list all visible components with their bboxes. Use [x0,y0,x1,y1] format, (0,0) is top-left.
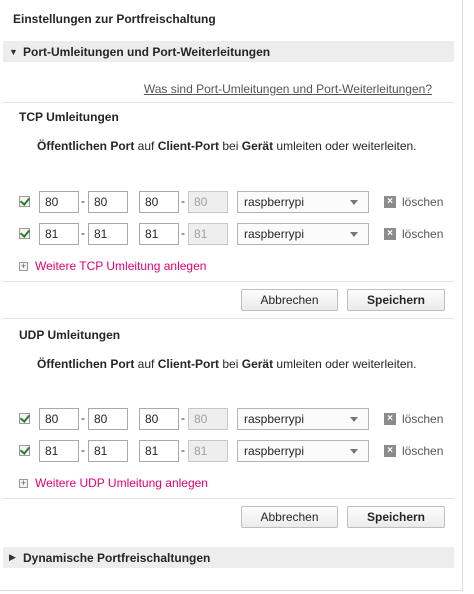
close-icon: × [384,196,396,208]
range-dash: - [181,411,185,425]
enable-checkbox[interactable] [19,413,30,424]
close-icon: × [384,228,396,240]
plus-icon: + [19,477,28,488]
client-port-from-input[interactable]: 80 [139,408,179,430]
dropdown-arrow-icon [350,417,358,422]
client-port-from-input[interactable]: 81 [139,223,179,245]
add-tcp-forwarding-link[interactable]: + Weitere TCP Umleitung anlegen [19,259,206,273]
public-port-to-input[interactable]: 81 [88,223,128,245]
desc-bold: Öffentlichen Port [37,139,135,153]
device-select[interactable]: raspberrypi [237,191,369,213]
tcp-row: 80 - 80 80 - 80 raspberrypi × löschen [0,191,460,213]
desc-text: auf [134,139,158,153]
public-port-to-input[interactable]: 81 [88,440,128,462]
plus-icon: + [19,260,28,271]
enable-checkbox[interactable] [19,445,30,456]
range-dash: - [181,226,185,240]
range-dash: - [81,443,85,457]
tcp-row: 81 - 81 81 - 81 raspberrypi × löschen [0,223,460,245]
port-settings-panel: Einstellungen zur Portfreischaltung ▼ Po… [0,0,463,591]
help-link[interactable]: Was sind Port-Umleitungen und Port-Weite… [144,82,432,96]
desc-bold: Gerät [241,357,274,371]
desc-bold: Gerät [241,139,274,153]
add-label: Weitere UDP Umleitung anlegen [35,476,208,490]
device-select-value: raspberrypi [244,444,305,458]
desc-text: bei [219,357,242,371]
save-button[interactable]: Speichern [347,289,445,311]
close-icon: × [384,445,396,457]
udp-row: 81 - 81 81 - 81 raspberrypi × löschen [0,440,460,462]
desc-bold: Client-Port [157,357,220,371]
udp-row: 80 - 80 80 - 80 raspberrypi × löschen [0,408,460,430]
add-udp-forwarding-link[interactable]: + Weitere UDP Umleitung anlegen [19,476,208,490]
device-select-value: raspberrypi [244,227,305,241]
enable-checkbox[interactable] [19,196,30,207]
tcp-description: Öffentlichen Port auf Client-Port bei Ge… [37,139,417,153]
desc-bold: Client-Port [157,139,220,153]
udp-description: Öffentlichen Port auf Client-Port bei Ge… [37,357,417,371]
dropdown-arrow-icon [350,200,358,205]
enable-checkbox[interactable] [19,228,30,239]
divider [3,281,454,282]
delete-button[interactable]: × löschen [384,444,443,458]
device-select-value: raspberrypi [244,412,305,426]
dropdown-arrow-icon [350,232,358,237]
client-port-from-input[interactable]: 81 [139,440,179,462]
delete-label: löschen [402,412,444,426]
delete-label: löschen [402,444,444,458]
public-port-from-input[interactable]: 81 [39,223,79,245]
dropdown-arrow-icon [350,449,358,454]
cancel-button[interactable]: Abbrechen [241,289,338,311]
client-port-to-input: 81 [188,223,228,245]
public-port-from-input[interactable]: 81 [39,440,79,462]
divider [3,498,454,499]
desc-text: auf [134,357,158,371]
device-select[interactable]: raspberrypi [237,440,369,462]
client-port-to-input: 81 [188,440,228,462]
delete-button[interactable]: × löschen [384,195,443,209]
device-select[interactable]: raspberrypi [237,408,369,430]
delete-label: löschen [402,227,444,241]
divider [3,102,454,103]
public-port-from-input[interactable]: 80 [39,408,79,430]
cancel-button[interactable]: Abbrechen [241,506,338,528]
device-select-value: raspberrypi [244,195,305,209]
section-header-dynamic-port[interactable]: ▶ Dynamische Portfreischaltungen [3,547,454,568]
public-port-to-input[interactable]: 80 [88,408,128,430]
client-port-to-input: 80 [188,408,228,430]
delete-button[interactable]: × löschen [384,227,443,241]
section-label: Dynamische Portfreischaltungen [23,550,211,565]
desc-text: bei [219,139,242,153]
public-port-to-input[interactable]: 80 [88,191,128,213]
range-dash: - [81,194,85,208]
range-dash: - [81,411,85,425]
range-dash: - [181,443,185,457]
caret-right-icon: ▶ [9,552,16,562]
section-label: Port-Umleitungen und Port-Weiterleitunge… [23,44,271,59]
client-port-from-input[interactable]: 80 [139,191,179,213]
range-dash: - [181,194,185,208]
caret-down-icon: ▼ [9,46,18,57]
tcp-title: TCP Umleitungen [19,110,119,124]
section-header-port-forwarding[interactable]: ▼ Port-Umleitungen und Port-Weiterleitun… [3,41,454,62]
device-select[interactable]: raspberrypi [237,223,369,245]
save-button[interactable]: Speichern [347,506,445,528]
delete-label: löschen [402,195,444,209]
desc-text: umleiten oder weiterleiten. [273,139,417,153]
divider [3,318,454,319]
desc-bold: Öffentlichen Port [37,357,135,371]
add-label: Weitere TCP Umleitung anlegen [35,259,207,273]
close-icon: × [384,413,396,425]
range-dash: - [81,226,85,240]
client-port-to-input: 80 [188,191,228,213]
desc-text: umleiten oder weiterleiten. [273,357,417,371]
udp-title: UDP Umleitungen [19,328,121,342]
page-title: Einstellungen zur Portfreischaltung [13,12,216,26]
delete-button[interactable]: × löschen [384,412,443,426]
public-port-from-input[interactable]: 80 [39,191,79,213]
